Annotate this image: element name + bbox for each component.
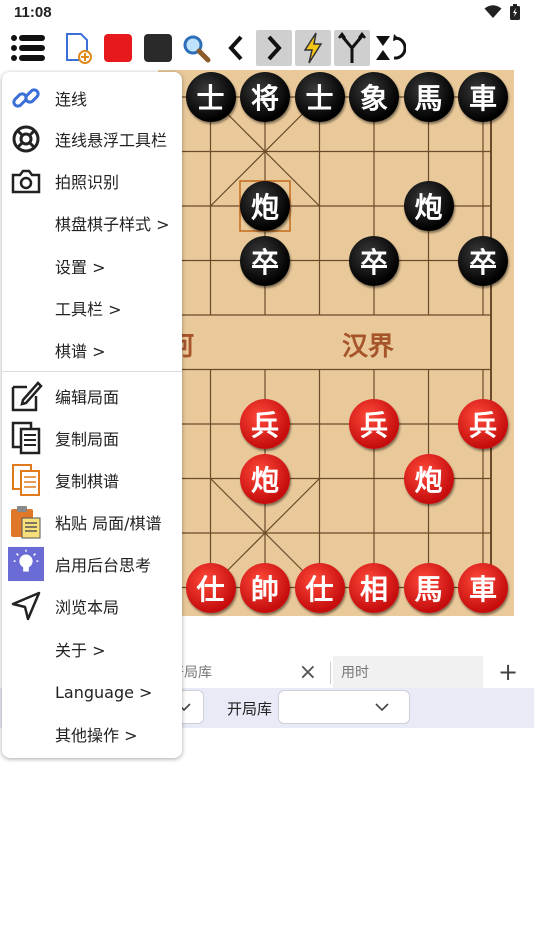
menu-item-label: 拍照识别 [55,173,120,192]
menu-item[interactable]: Language > [2,672,182,712]
branch-icon[interactable] [334,30,370,66]
red-piece[interactable]: 炮 [240,453,290,504]
paste-icon [8,504,44,540]
opening-book-select[interactable] [278,690,410,724]
flip-icon[interactable] [372,30,408,66]
chevron-left-icon[interactable] [218,30,254,66]
navigate-icon [8,588,44,624]
menu-item[interactable]: 工具栏 > [2,288,182,328]
menu-item-label: 其他操作 > [55,726,138,745]
black-square-icon[interactable] [140,30,176,66]
black-piece[interactable]: 士 [185,72,236,122]
menu-item[interactable]: 连线 [2,78,182,118]
menu-item-label: 复制棋谱 [55,472,120,491]
menu-item-label: 连线悬浮工具栏 [55,131,168,150]
menu-item-label: 棋盘棋子样式 > [55,215,170,234]
menu-item[interactable]: 设置 > [2,246,182,286]
menu-item[interactable]: 复制棋谱 [2,460,182,500]
lightning-icon[interactable] [295,30,331,66]
black-piece[interactable]: 卒 [458,235,508,286]
red-piece[interactable]: 帥 [240,562,290,613]
red-piece[interactable]: 兵 [349,399,399,449]
status-bar: 11:08 [0,0,534,26]
link-icon [8,80,44,116]
red-piece[interactable]: 馬 [403,562,454,613]
menu-item-label: 连线 [55,90,88,109]
red-square-icon[interactable] [100,30,136,66]
red-piece[interactable]: 仕 [185,562,236,613]
black-piece[interactable]: 士 [294,72,345,122]
chevron-right-icon[interactable] [256,30,292,66]
black-piece[interactable]: 卒 [240,235,290,286]
river-text-right: 汉界 [342,332,395,362]
chevron-down-icon [375,703,389,712]
wifi-icon [484,5,502,18]
search-icon[interactable] [178,30,214,66]
menu-item-label: 设置 > [55,258,106,277]
red-piece[interactable]: 車 [458,562,508,613]
status-time: 11:08 [14,4,52,21]
menu-item[interactable]: 启用后台思考 [2,544,182,584]
tab-time-used[interactable]: 用时 [333,656,483,688]
menu-item[interactable]: 粘贴 局面/棋谱 [2,502,182,542]
opening-book-label: 开局库 [227,700,273,718]
menu-item[interactable]: 拍照识别 [2,161,182,201]
copy-icon [8,420,44,456]
new-file-icon[interactable] [60,30,96,66]
menu-item[interactable]: 浏览本局 [2,586,182,626]
menu-item-label: 棋谱 > [55,342,106,361]
main-menu: 连线连线悬浮工具栏 拍照识别棋盘棋子样式 > 设置 > 工具栏 > 棋谱 > 编辑局面复制… [2,72,182,758]
menu-item[interactable]: 棋盘棋子样式 > [2,203,182,243]
menu-item[interactable]: 复制局面 [2,418,182,458]
menu-item-label: 启用后台思考 [55,556,152,575]
menu-item-label: Language > [55,682,153,702]
menu-icon[interactable] [10,30,46,66]
black-piece[interactable]: 炮 [403,181,454,231]
menu-divider [2,371,182,372]
lifebuoy-icon [8,121,44,157]
battery-icon [510,4,520,20]
menu-item-label: 浏览本局 [55,598,120,617]
add-tab-icon[interactable]: + [498,658,518,686]
menu-item-label: 复制局面 [55,430,120,449]
black-piece[interactable]: 車 [458,72,508,122]
menu-item-label: 工具栏 > [55,300,122,319]
lightbulb-icon [8,546,44,582]
menu-item-label: 编辑局面 [55,388,120,407]
black-piece[interactable]: 馬 [403,72,454,122]
tab-opening-book[interactable]: 开局库 × [170,656,325,688]
red-piece[interactable]: 兵 [240,399,290,449]
xiangqi-board[interactable]: 河 汉界 士将士象馬車炮炮卒卒卒兵兵兵炮炮仕帥仕相馬車 [158,70,514,616]
main-toolbar [0,28,534,70]
red-piece[interactable]: 相 [349,562,399,613]
black-piece[interactable]: 炮 [240,181,290,231]
menu-item[interactable]: 其他操作 > [2,714,182,754]
tab-time-used-label: 用时 [341,665,369,681]
menu-item[interactable]: 棋谱 > [2,330,182,370]
camera-icon [8,163,44,199]
menu-item[interactable]: 连线悬浮工具栏 [2,119,182,159]
menu-item-label: 关于 > [55,641,106,660]
menu-item-label: 粘贴 局面/棋谱 [55,514,162,533]
red-piece[interactable]: 炮 [403,453,454,504]
close-icon[interactable]: × [299,660,317,685]
status-icons [484,4,520,20]
black-piece[interactable]: 象 [349,72,399,122]
edit-icon [8,378,44,414]
menu-item[interactable]: 关于 > [2,629,182,669]
menu-item[interactable]: 编辑局面 [2,376,182,416]
tab-divider [330,662,331,684]
copy-record-icon [8,462,44,498]
black-piece[interactable]: 将 [240,72,290,122]
red-piece[interactable]: 兵 [458,399,508,449]
black-piece[interactable]: 卒 [349,235,399,286]
board-grid [158,96,492,589]
red-piece[interactable]: 仕 [294,562,345,613]
